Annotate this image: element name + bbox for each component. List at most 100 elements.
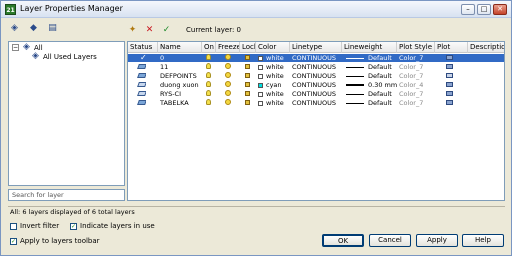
column-header-plot[interactable]: Plot [435,42,468,53]
column-header-plot-style[interactable]: Plot Style [397,42,435,53]
column-header-lock[interactable]: Lock [240,42,256,53]
layer-color[interactable]: white [256,54,284,62]
apply-to-layers-toolbar-checkbox[interactable]: ✓ Apply to layers toolbar [10,237,100,245]
layer-lineweight[interactable]: Default [344,90,392,98]
thaw-sun-icon[interactable] [223,63,231,71]
layer-lineweight[interactable]: Default [344,63,392,71]
set-current-icon[interactable]: ✓ [161,25,172,36]
layer-linetype[interactable]: CONTINUOUS [290,81,336,89]
column-header-linetype[interactable]: Linetype [290,42,342,53]
color-swatch [258,100,263,106]
unlock-icon[interactable] [243,63,250,71]
layer-linetype[interactable]: CONTINUOUS [290,54,336,62]
thaw-sun-icon[interactable] [223,72,231,80]
layer-name[interactable]: TABELKA [158,99,189,107]
layer-color[interactable]: cyan [256,81,282,89]
checkbox-box[interactable] [10,222,17,230]
layer-color[interactable]: white [256,90,284,98]
layer-grid: Status Name On Freeze Lock Color Linetyp… [127,41,505,201]
minimize-button[interactable]: – [461,4,475,15]
thaw-sun-icon[interactable] [223,54,231,62]
column-header-status[interactable]: Status [128,42,158,53]
printer-icon[interactable] [444,99,453,107]
layer-lineweight[interactable]: Default [344,99,392,107]
delete-layer-icon[interactable]: ✕ [144,25,155,36]
column-header-color[interactable]: Color [256,42,290,53]
help-button[interactable]: Help [462,234,504,247]
on-bulb-icon[interactable] [204,63,211,71]
grid-header: Status Name On Freeze Lock Color Linetyp… [128,42,504,53]
layer-states-manager-icon[interactable]: ▤ [47,23,58,34]
thaw-sun-icon[interactable] [223,90,231,98]
layer-name[interactable]: 11 [158,63,168,71]
ok-button[interactable]: OK [322,234,364,247]
new-group-filter-icon[interactable]: ◆ [28,23,39,34]
indicate-layers-in-use-checkbox[interactable]: ✓ Indicate layers in use [70,222,155,230]
layer-color[interactable]: white [256,99,284,107]
checkbox-box[interactable]: ✓ [10,237,17,245]
column-header-on[interactable]: On [202,42,216,53]
layer-lineweight[interactable]: Default [344,72,392,80]
on-bulb-icon[interactable] [204,99,211,107]
layer-row[interactable]: RYS-CI white CONTINUOUS Default Color_7 [128,90,504,98]
layer-name[interactable]: duong xuon [158,81,199,89]
layer-row[interactable]: 11 white CONTINUOUS Default Color_7 [128,63,504,71]
search-input[interactable]: Search for layer [8,189,125,201]
checkbox-label: Indicate layers in use [80,222,155,230]
close-button[interactable]: ✕ [493,4,507,15]
thaw-sun-icon[interactable] [223,81,231,89]
column-header-description[interactable]: Descriptio [468,42,504,53]
unlock-icon[interactable] [243,99,250,107]
layer-linetype[interactable]: CONTINUOUS [290,99,336,107]
thaw-sun-icon[interactable] [223,99,231,107]
column-header-lineweight[interactable]: Lineweight [342,42,397,53]
on-bulb-icon[interactable] [204,72,211,80]
layer-linetype[interactable]: CONTINUOUS [290,72,336,80]
layer-row[interactable]: DEFPOINTS white CONTINUOUS Default Color… [128,72,504,80]
on-bulb-icon[interactable] [204,90,211,98]
unlock-icon[interactable] [243,90,250,98]
new-layer-icon[interactable]: ✦ [127,25,138,36]
layer-name[interactable]: 0 [158,54,164,62]
color-name: white [266,63,284,71]
column-header-name[interactable]: Name [158,42,202,53]
layer-name[interactable]: DEFPOINTS [158,72,197,80]
maximize-button[interactable]: □ [477,4,491,15]
layer-row[interactable]: duong xuon cyan CONTINUOUS 0.30 mm Color… [128,81,504,89]
layer-plot-style: Color_7 [399,99,424,107]
used-layers-filter-icon: ◈ [32,51,39,61]
printer-icon[interactable] [444,90,453,98]
layer-color[interactable]: white [256,72,284,80]
color-name: white [266,99,284,107]
apply-button[interactable]: Apply [416,234,458,247]
unlock-icon[interactable] [243,81,250,89]
column-header-freeze[interactable]: Freeze [216,42,240,53]
layer-linetype[interactable]: CONTINUOUS [290,63,336,71]
layer-lineweight[interactable]: 0.30 mm [344,81,397,89]
unlock-icon[interactable] [243,54,250,62]
layer-linetype[interactable]: CONTINUOUS [290,90,336,98]
printer-icon[interactable] [444,81,453,89]
checkbox-box[interactable]: ✓ [70,222,77,230]
printer-icon[interactable] [444,54,453,62]
on-bulb-icon[interactable] [204,81,211,89]
lineweight-value: Default [368,90,392,98]
unlock-icon[interactable] [243,72,250,80]
printer-icon[interactable] [444,63,453,71]
layer-row[interactable]: ✓ 0 white CONTINUOUS Default Color_7 [128,54,504,62]
status-bar: All: 6 layers displayed of 6 total layer… [8,206,505,217]
layer-row[interactable]: TABELKA white CONTINUOUS Default Color_7 [128,99,504,107]
lineweight-sample [346,57,364,59]
tree-item-all-used[interactable]: ◈ All Used Layers [31,51,97,61]
new-property-filter-icon[interactable]: ◈ [9,23,20,34]
layer-lineweight[interactable]: Default [344,54,392,62]
lineweight-value: Default [368,63,392,71]
layer-color[interactable]: white [256,63,284,71]
no-plot-printer-icon[interactable] [444,72,453,80]
invert-filter-checkbox[interactable]: Invert filter [10,222,59,230]
cancel-button[interactable]: Cancel [369,234,411,247]
on-bulb-icon[interactable] [204,54,211,62]
layer-name[interactable]: RYS-CI [158,90,181,98]
filter-toolbar: ◈ ◆ ▤ [9,23,58,37]
collapse-icon[interactable]: − [12,44,19,51]
